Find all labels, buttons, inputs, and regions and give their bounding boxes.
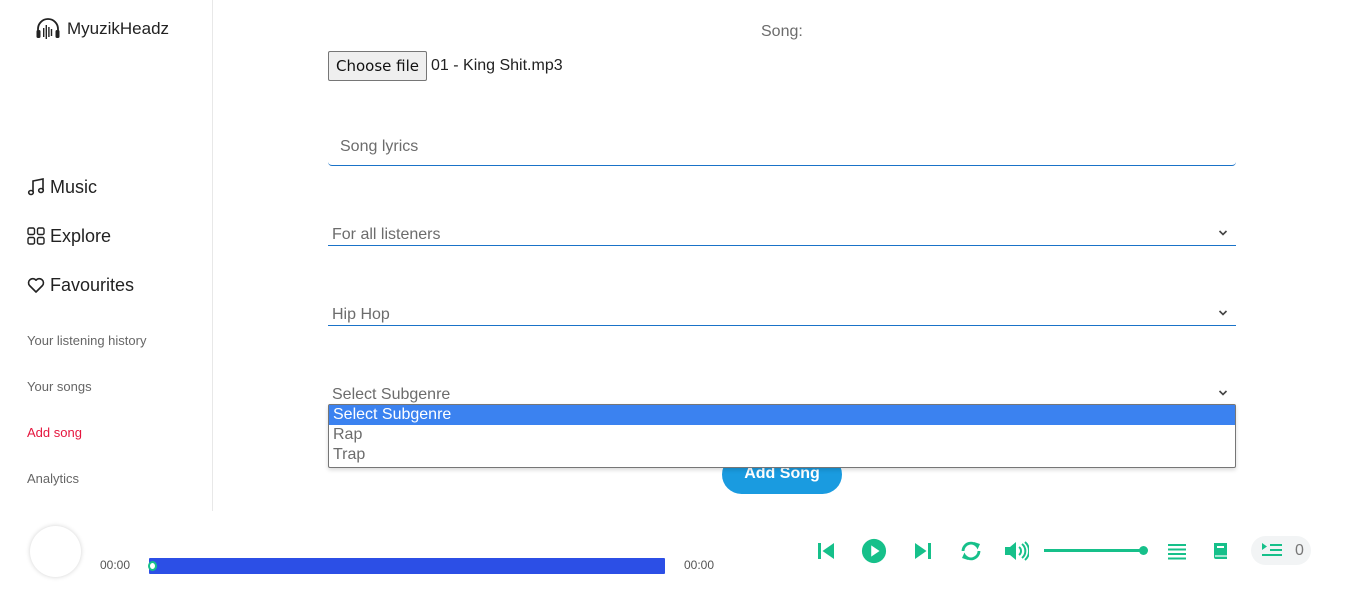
- play-button[interactable]: [861, 538, 887, 564]
- song-lyrics-placeholder: Song lyrics: [340, 138, 419, 155]
- queue-button[interactable]: 0: [1251, 536, 1311, 565]
- progress-bar[interactable]: [148, 558, 665, 574]
- nav-item-analytics[interactable]: Analytics: [27, 471, 146, 487]
- song-file-input: Choose file 01 - King Shit.mp3: [328, 51, 563, 81]
- audience-select-value: For all listeners: [332, 225, 441, 243]
- lyrics-button[interactable]: [1208, 538, 1234, 564]
- app-name: MyuzikHeadz: [67, 19, 170, 38]
- nav-item-music[interactable]: Music: [27, 177, 134, 197]
- nav-item-label: Explore: [50, 225, 112, 246]
- subgenre-option[interactable]: Trap: [329, 445, 1235, 465]
- skip-previous-icon: [818, 543, 834, 559]
- total-time: 00:00: [684, 558, 715, 572]
- chevron-down-icon: [1218, 390, 1228, 396]
- app-logo[interactable]: MyuzikHeadz: [35, 16, 169, 42]
- nav-item-label: Music: [50, 176, 98, 197]
- subgenre-option[interactable]: Select Subgenre: [329, 405, 1235, 425]
- repeat-icon: [961, 541, 981, 561]
- volume-icon: [1005, 541, 1029, 561]
- nav-item-add-song[interactable]: Add song: [27, 425, 146, 441]
- next-button[interactable]: [910, 538, 936, 564]
- volume-slider[interactable]: [1044, 546, 1148, 555]
- nav-item-listening-history[interactable]: Your listening history: [27, 333, 146, 349]
- main-nav: Music Explore Favourites: [27, 177, 134, 324]
- play-icon: [861, 538, 887, 564]
- nav-item-favourites[interactable]: Favourites: [27, 275, 134, 295]
- music-note-icon: [27, 178, 45, 196]
- choose-file-button[interactable]: Choose file: [328, 51, 427, 81]
- subgenre-select-value: Select Subgenre: [332, 386, 451, 403]
- song-file-label: Song:: [761, 23, 803, 40]
- subgenre-option[interactable]: Rap: [329, 425, 1235, 445]
- genre-select-value: Hip Hop: [332, 305, 390, 323]
- nav-item-explore[interactable]: Explore: [27, 226, 134, 246]
- grid-icon: [27, 227, 45, 245]
- book-icon: [1214, 543, 1227, 559]
- nav-item-label: Favourites: [50, 274, 135, 295]
- queue-icon: [1262, 542, 1282, 556]
- album-cover[interactable]: [30, 526, 81, 577]
- genre-select[interactable]: Hip Hop: [328, 304, 1236, 326]
- playlist-button[interactable]: [1164, 538, 1190, 564]
- chevron-down-icon: [1218, 230, 1228, 236]
- repeat-button[interactable]: [958, 538, 984, 564]
- sub-nav: Your listening history Your songs Add so…: [27, 333, 146, 517]
- previous-button[interactable]: [813, 538, 839, 564]
- player-bar: 00:00 00:00 0: [0, 511, 1347, 591]
- subgenre-select[interactable]: Select Subgenre: [328, 384, 1236, 406]
- volume-handle[interactable]: [1139, 546, 1148, 555]
- heart-icon: [27, 276, 45, 294]
- chevron-down-icon: [1218, 310, 1228, 316]
- subgenre-dropdown-list: Select Subgenre Rap Trap: [328, 404, 1236, 468]
- skip-next-icon: [915, 543, 931, 559]
- volume-button[interactable]: [1003, 538, 1029, 564]
- sidebar: MyuzikHeadz Music Explore Favourites You…: [0, 0, 213, 511]
- progress-handle[interactable]: [148, 561, 157, 571]
- selected-file-name: 01 - King Shit.mp3: [431, 57, 563, 74]
- headphones-icon: [35, 16, 61, 42]
- current-time: 00:00: [100, 558, 131, 572]
- queue-count: 0: [1295, 541, 1304, 559]
- list-icon: [1168, 544, 1186, 560]
- audience-select[interactable]: For all listeners: [328, 224, 1236, 246]
- song-lyrics-input[interactable]: Song lyrics: [328, 129, 1236, 166]
- nav-item-your-songs[interactable]: Your songs: [27, 379, 146, 395]
